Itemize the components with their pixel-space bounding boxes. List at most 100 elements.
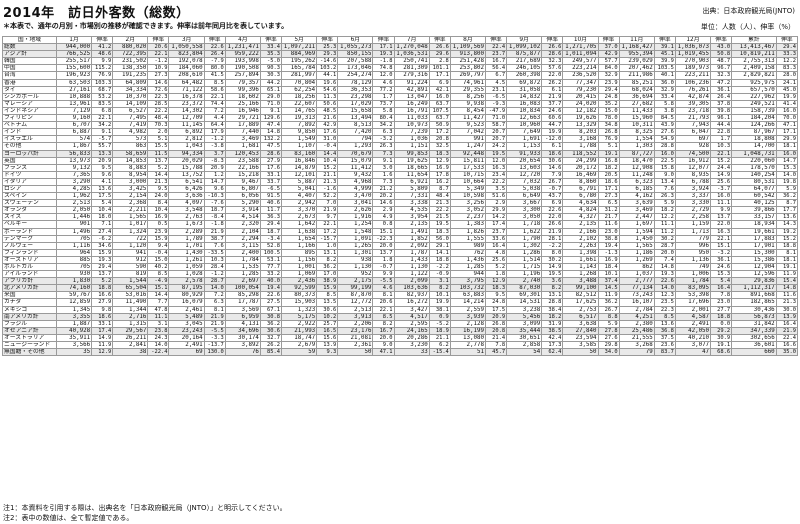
growth-cell: 36.2 — [597, 298, 620, 307]
growth-cell: 15.3 — [710, 270, 733, 279]
count-cell: 15,811 — [449, 156, 486, 165]
count-cell: 59 — [281, 348, 318, 357]
count-cell: 2,237 — [449, 213, 486, 222]
growth-cell: 21.3 — [428, 199, 451, 208]
count-cell: 3,041 — [337, 199, 374, 208]
growth-cell: 1.8 — [372, 255, 395, 265]
count-cell: 7,331 — [393, 192, 430, 201]
growth-cell: 7.4 — [653, 255, 676, 265]
growth-cell: -5.5 — [203, 326, 226, 335]
count-cell: 15,079 — [337, 156, 374, 165]
count-cell: 10,598 — [449, 192, 486, 201]
growth-cell: 3.7 — [203, 149, 226, 158]
count-cell: 959,222 — [224, 50, 261, 59]
count-cell: 91,933 — [506, 149, 543, 158]
count-cell: 705 — [55, 262, 93, 272]
count-cell: 1,301 — [337, 248, 374, 257]
growth-cell: 7.6 — [653, 184, 676, 194]
growth-cell: 68.6 — [710, 348, 733, 357]
growth-cell: 32.7 — [259, 333, 283, 343]
count-cell: 249,577 — [562, 57, 599, 66]
growth-cell: -3.2 — [710, 248, 733, 257]
growth-cell: 12.2 — [775, 57, 799, 66]
count-cell: 211,986 — [618, 71, 655, 80]
growth-cell: 22.0 — [710, 220, 733, 229]
growth-cell: 17.4 — [484, 220, 508, 229]
count-cell: 7,129 — [55, 106, 93, 116]
count-cell: 657,570 — [731, 85, 777, 94]
count-cell: 17,901 — [731, 241, 777, 250]
table-row: インド 6,887 9.1 4,982 2.0 6,892 17.9 7,440 14.8 9,8… — [2, 128, 799, 137]
growth-cell: 54.9 — [653, 135, 676, 144]
table-row: イスラエル 574 -5.7 573 5.1 2,812 -1.2 3,469 132.2 1,5… — [2, 135, 799, 144]
growth-cell: 36.3 — [259, 213, 283, 222]
count-cell: 3,077 — [674, 341, 712, 350]
count-cell: 1,269 — [618, 255, 655, 265]
count-cell: 2,380 — [618, 319, 655, 328]
count-cell: 5,809 — [393, 184, 430, 194]
count-cell: 269,797 — [449, 71, 486, 80]
growth-cell: 31.0 — [316, 135, 339, 144]
count-cell: 8,325 — [618, 128, 655, 137]
growth-cell: 11.1 — [710, 199, 733, 208]
growth-cell: 23.0 — [597, 227, 620, 236]
count-cell: 1,043 — [168, 142, 205, 151]
growth-cell: 48.6 — [91, 50, 114, 59]
growth-cell: 52.2 — [316, 192, 339, 201]
count-cell: 24,020 — [562, 99, 599, 108]
growth-cell: 26.2 — [259, 341, 283, 350]
growth-cell: 20.9 — [91, 156, 114, 165]
growth-cell: 44.1 — [316, 71, 339, 80]
count-cell: 138,350 — [112, 64, 149, 73]
growth-cell: 38.8 — [597, 234, 620, 243]
growth-cell: 40.1 — [653, 71, 676, 80]
count-cell: 70,804 — [281, 78, 318, 87]
count-cell: 1,789 — [168, 234, 205, 243]
growth-cell: 37.0 — [597, 43, 620, 52]
count-cell: 794 — [337, 135, 374, 144]
count-cell: 2,166 — [562, 227, 599, 236]
growth-cell: -12.0 — [541, 135, 564, 144]
count-cell: 1,303 — [618, 142, 655, 151]
note-row: ＊本表で、通年の月別・市場別の推移が確認できます。伸率は前年同月比を表しています… — [3, 21, 797, 32]
count-cell: 2,716 — [112, 312, 149, 321]
growth-cell: 26.3 — [372, 142, 395, 151]
count-cell: 94,334 — [168, 149, 205, 158]
count-cell: 39,305 — [674, 99, 712, 108]
count-cell: 1,006 — [674, 270, 712, 279]
count-cell: 12,772 — [337, 298, 374, 307]
count-cell: 2,263 — [562, 241, 599, 250]
count-cell: 19,661 — [731, 227, 777, 236]
growth-cell: 36.1 — [710, 85, 733, 94]
growth-cell: 36.2 — [316, 262, 339, 272]
count-cell: 193,998 — [224, 57, 261, 66]
growth-cell: 20.0 — [372, 333, 395, 343]
count-cell: 875,877 — [506, 50, 543, 59]
count-cell: 1,268 — [562, 270, 599, 279]
row-label: フランス — [2, 163, 57, 172]
growth-cell: 28.4 — [203, 262, 226, 272]
count-cell: 1,565 — [112, 213, 149, 222]
count-cell: 184,060 — [168, 64, 205, 73]
growth-cell: 5.9 — [775, 184, 799, 194]
growth-cell: 29.9 — [484, 206, 508, 215]
count-cell: 5,038 — [506, 184, 543, 194]
count-cell: 3,469 — [224, 135, 261, 144]
count-cell: 76,261 — [674, 85, 712, 94]
count-cell: 25,486 — [618, 326, 655, 335]
growth-cell: 19.1 — [775, 262, 799, 272]
count-cell: 23,243 — [168, 326, 205, 335]
growth-cell: 15.1 — [147, 284, 170, 293]
growth-cell: 7.9 — [541, 170, 564, 179]
growth-cell: 4.9 — [372, 213, 395, 222]
count-cell: 23,718 — [674, 106, 712, 116]
growth-cell: 24.3 — [147, 333, 170, 343]
growth-cell: -15.7 — [316, 234, 339, 243]
growth-cell: 18.2 — [597, 163, 620, 172]
count-cell: 7,419 — [112, 121, 149, 130]
count-cell: 1,028 — [168, 270, 205, 279]
growth-cell: 8.1 — [372, 291, 395, 300]
count-cell: 6,517 — [562, 312, 599, 321]
count-cell: 6,056 — [224, 192, 261, 201]
growth-cell: 38.7 — [203, 234, 226, 243]
